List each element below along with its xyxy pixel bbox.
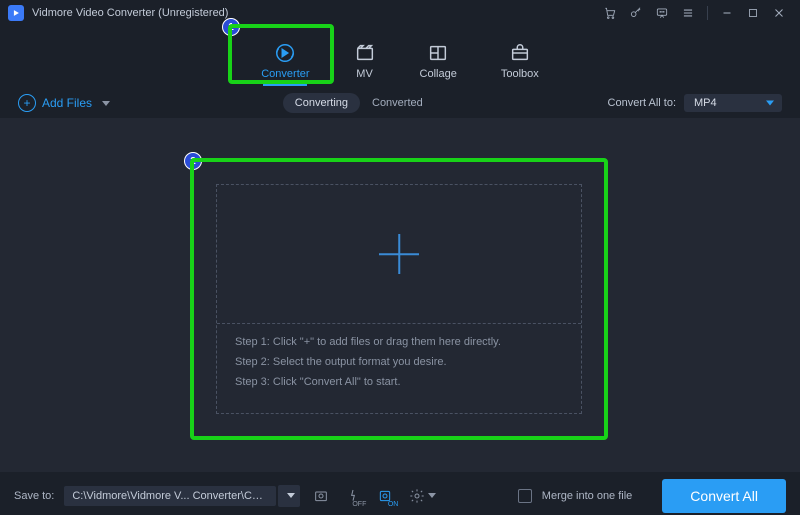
tab-collage[interactable]: Collage <box>420 42 457 84</box>
plus-circle-icon <box>18 94 36 112</box>
tab-label: MV <box>356 68 373 80</box>
hw-accel-off-icon[interactable]: OFF <box>342 485 364 507</box>
minimize-icon[interactable] <box>716 3 738 23</box>
window-title: Vidmore Video Converter (Unregistered) <box>32 7 228 19</box>
tab-label: Toolbox <box>501 68 539 80</box>
key-icon[interactable] <box>625 3 647 23</box>
save-path-field[interactable]: C:\Vidmore\Vidmore V... Converter\Conver… <box>64 486 276 506</box>
sub-tabs: Converting Converted <box>283 93 435 113</box>
annotation-highlight-1 <box>228 24 334 84</box>
add-files-label: Add Files <box>42 96 92 110</box>
convert-all-to: Convert All to: MP4 <box>608 94 782 112</box>
subtab-converting[interactable]: Converting <box>283 93 360 113</box>
tab-toolbox[interactable]: Toolbox <box>501 42 539 84</box>
convert-all-to-label: Convert All to: <box>608 97 676 109</box>
tab-label: Collage <box>420 68 457 80</box>
main-area: Step 1: Click "+" to add files or drag t… <box>0 118 800 472</box>
footer: Save to: C:\Vidmore\Vidmore V... Convert… <box>0 472 800 515</box>
app-logo <box>8 5 24 21</box>
save-path-dropdown[interactable] <box>278 485 300 507</box>
format-dropdown[interactable]: MP4 <box>684 94 782 112</box>
convert-all-button[interactable]: Convert All <box>662 479 786 513</box>
tab-mv[interactable]: MV <box>354 42 376 84</box>
open-folder-icon[interactable] <box>310 485 332 507</box>
chevron-down-icon <box>287 493 295 498</box>
high-speed-on-icon[interactable]: ON <box>374 485 396 507</box>
merge-checkbox[interactable] <box>518 489 532 503</box>
main-tabs: Converter MV Collage Toolbox <box>0 26 800 88</box>
maximize-icon[interactable] <box>742 3 764 23</box>
format-value: MP4 <box>694 97 717 109</box>
feedback-icon[interactable] <box>651 3 673 23</box>
save-to-label: Save to: <box>14 490 54 502</box>
annotation-highlight-2 <box>190 158 608 440</box>
settings-icon[interactable] <box>406 485 428 507</box>
add-files-button[interactable]: Add Files <box>18 94 110 112</box>
titlebar: Vidmore Video Converter (Unregistered) <box>0 0 800 26</box>
subtab-converted[interactable]: Converted <box>360 93 435 113</box>
sub-toolbar: Add Files Converting Converted Convert A… <box>0 88 800 118</box>
divider <box>707 6 708 20</box>
chevron-down-icon <box>102 101 110 106</box>
chevron-down-icon <box>428 493 436 498</box>
menu-icon[interactable] <box>677 3 699 23</box>
chevron-down-icon <box>766 101 774 106</box>
close-icon[interactable] <box>768 3 790 23</box>
merge-label: Merge into one file <box>542 490 633 502</box>
cart-icon[interactable] <box>599 3 621 23</box>
